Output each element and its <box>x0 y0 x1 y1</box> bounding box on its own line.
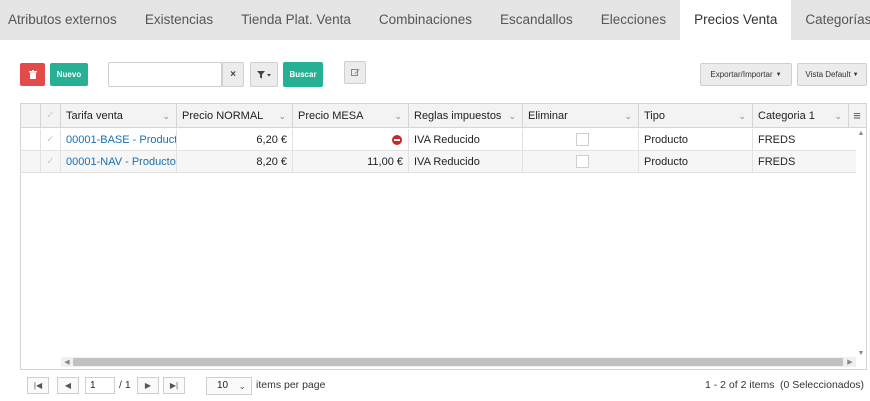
tab-categorias-plat[interactable]: Categorías Plat <box>791 0 870 40</box>
last-page-button[interactable]: ▶| <box>163 377 185 394</box>
pencil-icon <box>350 69 360 76</box>
clear-search-button[interactable]: × <box>222 62 244 87</box>
chevron-down-icon[interactable]: ⌄ <box>162 104 170 128</box>
tab-precios-venta[interactable]: Precios Venta <box>680 0 792 40</box>
first-page-button[interactable]: |◀ <box>27 377 49 394</box>
horizontal-scroll-thumb[interactable] <box>73 358 843 366</box>
row-select-header[interactable] <box>21 104 41 128</box>
search-input[interactable] <box>108 62 222 87</box>
vertical-scrollbar[interactable]: ▲ ▼ <box>856 128 866 359</box>
eliminar-checkbox[interactable] <box>576 155 589 168</box>
reglas-impuestos-cell: IVA Reducido <box>409 151 523 173</box>
eliminar-cell <box>523 129 639 151</box>
tab-existencias[interactable]: Existencias <box>131 0 227 40</box>
check-icon: ✓ <box>46 110 55 121</box>
grid-header: ✓ Tarifa venta ⌄ Precio NORMAL ⌄ Precio ME… <box>21 104 866 128</box>
reglas-impuestos-cell: IVA Reducido <box>409 129 523 151</box>
eliminar-cell <box>523 151 639 173</box>
check-icon: ✓ <box>46 156 55 167</box>
precio-mesa-cell: 11,00 € <box>293 151 409 173</box>
precio-normal-cell: 8,20 € <box>177 151 293 173</box>
scroll-right-icon[interactable]: ▶ <box>845 358 855 366</box>
precio-mesa-cell <box>293 129 409 151</box>
edit-button[interactable] <box>344 61 366 84</box>
first-page-icon: |◀ <box>33 381 43 390</box>
selected-count: (0 Seleccionados) <box>780 379 865 391</box>
filter-button[interactable] <box>250 62 278 87</box>
tipo-cell: Producto <box>639 151 753 173</box>
prev-page-icon: ◀ <box>64 381 72 390</box>
row-handle[interactable] <box>21 151 41 173</box>
view-selector-button[interactable]: Vista Default ▼ <box>797 63 867 86</box>
export-import-label: Exportar/Importar <box>710 70 773 79</box>
tab-elecciones[interactable]: Elecciones <box>587 0 680 40</box>
total-pages: / 1 <box>119 379 131 391</box>
tab-tienda-plat-venta[interactable]: Tienda Plat. Venta <box>227 0 365 40</box>
prices-grid: ✓ Tarifa venta ⌄ Precio NORMAL ⌄ Precio ME… <box>20 103 867 370</box>
caret-down-icon: ▼ <box>775 71 782 78</box>
column-header-reglas-impuestos[interactable]: Reglas impuestos ⌄ <box>409 104 523 128</box>
search-button[interactable]: Buscar <box>283 62 323 87</box>
chevron-down-icon[interactable]: ⌄ <box>834 104 842 128</box>
column-header-precio-mesa[interactable]: Precio MESA ⌄ <box>293 104 409 128</box>
categoria-cell: FREDS <box>758 134 796 146</box>
last-page-icon: ▶| <box>169 381 179 390</box>
next-page-button[interactable]: ▶ <box>137 377 159 394</box>
chevron-down-icon[interactable]: ⌄ <box>278 104 286 128</box>
prev-page-button[interactable]: ◀ <box>57 377 79 394</box>
scroll-down-icon[interactable]: ▼ <box>856 350 866 357</box>
tipo-cell: Producto <box>639 129 753 151</box>
row-handle[interactable] <box>21 129 41 151</box>
scroll-left-icon[interactable]: ◀ <box>62 358 72 366</box>
table-row[interactable]: ✓ 00001-NAV - Producto 8,20 € 11,00 € IV… <box>21 151 857 173</box>
funnel-icon <box>257 70 271 78</box>
next-page-icon: ▶ <box>144 381 152 390</box>
eliminar-checkbox[interactable] <box>576 133 589 146</box>
minus-circle-icon <box>392 135 402 146</box>
precio-normal-cell: 6,20 € <box>177 129 293 151</box>
items-per-page-label: items per page <box>256 379 326 391</box>
column-header-tarifa-venta[interactable]: Tarifa venta ⌄ <box>61 104 177 128</box>
chevron-down-icon[interactable]: ⌄ <box>624 104 632 128</box>
column-header-precio-normal[interactable]: Precio NORMAL ⌄ <box>177 104 293 128</box>
new-button[interactable]: Nuevo <box>50 63 88 86</box>
tab-atributos-externos[interactable]: Atributos externos <box>0 0 131 40</box>
table-row[interactable]: ✓ 00001-BASE - Producto 6,20 € IVA Reduc… <box>21 129 857 151</box>
check-icon: ✓ <box>46 134 55 145</box>
row-select-checkbox[interactable]: ✓ <box>41 129 61 151</box>
page-size-select[interactable]: 10 ⌄ <box>206 377 252 395</box>
chevron-down-icon: ⌄ <box>238 381 246 391</box>
tarifa-venta-link[interactable]: 00001-BASE - Producto <box>61 129 177 151</box>
chevron-down-icon[interactable]: ⌄ <box>394 104 402 128</box>
scroll-up-icon[interactable]: ▲ <box>856 130 866 137</box>
trash-icon <box>28 70 37 79</box>
horizontal-scrollbar[interactable]: ◀ ▶ <box>61 357 856 367</box>
column-menu-icon[interactable]: ≡ <box>850 104 864 128</box>
page-number-input[interactable]: 1 <box>85 377 115 394</box>
export-import-button[interactable]: Exportar/Importar ▼ <box>700 63 792 86</box>
chevron-down-icon[interactable]: ⌄ <box>508 104 516 128</box>
categoria-cell: FREDS <box>758 156 796 168</box>
view-selector-label: Vista Default <box>805 70 851 79</box>
tab-escandallos[interactable]: Escandallos <box>486 0 587 40</box>
column-header-eliminar[interactable]: Eliminar ⌄ <box>523 104 639 128</box>
caret-down-icon: ▼ <box>852 71 859 78</box>
select-all-checkbox[interactable]: ✓ <box>41 104 61 128</box>
delete-button[interactable] <box>20 63 45 86</box>
tab-combinaciones[interactable]: Combinaciones <box>365 0 486 40</box>
row-select-checkbox[interactable]: ✓ <box>41 151 61 173</box>
chevron-down-icon[interactable]: ⌄ <box>738 104 746 128</box>
tarifa-venta-link[interactable]: 00001-NAV - Producto <box>61 151 177 173</box>
tab-bar: Atributos externos Existencias Tienda Pl… <box>0 0 870 40</box>
column-header-tipo[interactable]: Tipo ⌄ <box>639 104 753 128</box>
items-summary: 1 - 2 of 2 items <box>705 379 775 391</box>
column-header-categoria-1[interactable]: Categoria 1 ⌄ <box>753 104 849 128</box>
